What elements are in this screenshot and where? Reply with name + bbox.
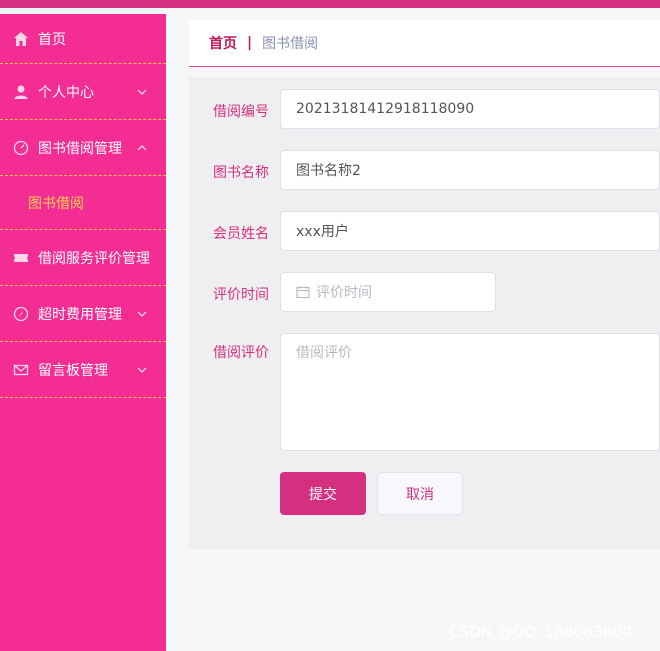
sidebar-item-profile[interactable]: 个人中心 bbox=[0, 64, 166, 120]
user-icon bbox=[12, 83, 30, 101]
top-bar bbox=[0, 0, 660, 8]
borrow-no-label: 借阅编号 bbox=[213, 104, 269, 120]
breadcrumb-current: 图书借阅 bbox=[262, 36, 319, 52]
chevron-down-icon bbox=[137, 311, 147, 317]
sidebar-item-overdue-fees[interactable]: 超时费用管理 bbox=[0, 286, 166, 342]
chevron-down-icon bbox=[137, 89, 147, 95]
sidebar-item-message-board[interactable]: 留言板管理 bbox=[0, 342, 166, 398]
mail-icon bbox=[12, 361, 30, 379]
sidebar-item-service-evaluation[interactable]: 借阅服务评价管理 bbox=[0, 230, 166, 286]
sidebar-item-label: 首页 bbox=[38, 31, 66, 48]
eval-time-label: 评价时间 bbox=[213, 287, 269, 303]
sidebar-item-label: 图书借阅管理 bbox=[38, 140, 122, 157]
watermark: CSDN @QQ_188083800 bbox=[449, 623, 633, 641]
book-name-label: 图书名称 bbox=[213, 165, 269, 181]
compass-icon bbox=[12, 305, 30, 323]
book-name-value: 图书名称2 bbox=[296, 163, 361, 179]
book-name-input[interactable]: 图书名称2 bbox=[280, 150, 660, 190]
eval-time-picker[interactable]: 评价时间 bbox=[280, 272, 496, 312]
gauge-icon bbox=[12, 139, 30, 157]
sidebar-item-home[interactable]: 首页 bbox=[0, 14, 166, 64]
cancel-button[interactable]: 取消 bbox=[377, 472, 463, 515]
sidebar-item-label: 借阅服务评价管理 bbox=[38, 250, 150, 267]
borrow-no-value: 20213181412918118090 bbox=[296, 101, 475, 117]
sidebar-item-label: 留言板管理 bbox=[38, 362, 108, 379]
calendar-icon bbox=[296, 286, 310, 299]
borrow-no-input[interactable]: 20213181412918118090 bbox=[280, 89, 660, 129]
member-name-input[interactable]: xxx用户 bbox=[280, 211, 660, 251]
sidebar-subitem-borrow[interactable]: 图书借阅 bbox=[0, 176, 166, 230]
chevron-up-icon bbox=[137, 144, 147, 150]
sidebar-subitem-label: 图书借阅 bbox=[28, 195, 84, 212]
ticket-icon bbox=[12, 249, 30, 267]
sidebar: 首页 个人中心 图书借阅管理 图书借阅 借阅服务评价管理 超时费用管理 留言板管… bbox=[0, 14, 166, 651]
submit-button[interactable]: 提交 bbox=[280, 472, 366, 515]
breadcrumb-separator: | bbox=[247, 35, 253, 51]
member-name-value: xxx用户 bbox=[296, 224, 349, 240]
eval-time-placeholder: 评价时间 bbox=[316, 285, 372, 301]
home-icon bbox=[12, 30, 30, 48]
breadcrumb: 首页 | 图书借阅 bbox=[189, 20, 660, 67]
member-name-label: 会员姓名 bbox=[213, 226, 269, 242]
breadcrumb-home[interactable]: 首页 bbox=[209, 33, 237, 53]
sidebar-item-borrow-management[interactable]: 图书借阅管理 bbox=[0, 120, 166, 176]
chevron-down-icon bbox=[137, 367, 147, 373]
borrow-eval-placeholder: 借阅评价 bbox=[296, 345, 352, 361]
sidebar-item-label: 超时费用管理 bbox=[38, 306, 122, 323]
borrow-eval-textarea[interactable]: 借阅评价 bbox=[280, 333, 660, 451]
borrow-eval-label: 借阅评价 bbox=[213, 345, 269, 361]
sidebar-item-label: 个人中心 bbox=[38, 84, 94, 101]
